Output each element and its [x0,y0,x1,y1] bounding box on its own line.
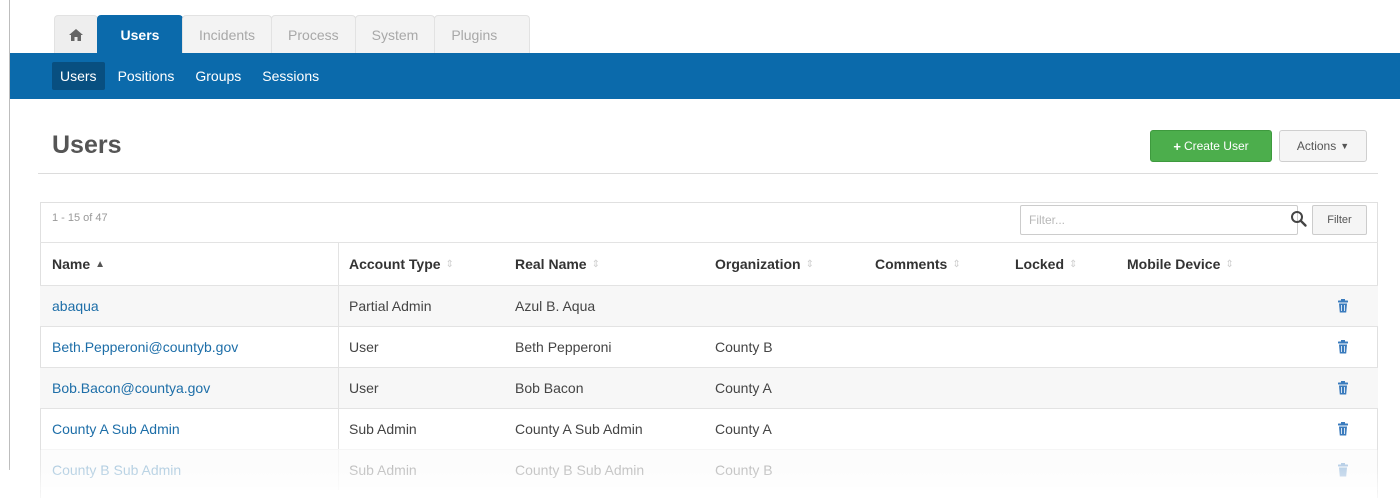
tab-process[interactable]: Process [271,15,356,53]
user-name-link[interactable]: County A Sub Admin [40,421,338,437]
sub-navigation: Users Positions Groups Sessions [10,53,1400,99]
column-header-locked[interactable]: Locked ⇕ [1005,256,1117,272]
column-header-account-type[interactable]: Account Type ⇕ [338,243,505,285]
account-type-cell: Sub Admin [338,450,505,490]
caret-down-icon: ▼ [1340,141,1350,151]
trash-icon[interactable] [1337,463,1349,477]
trash-icon[interactable] [1337,340,1349,354]
tab-plugins[interactable]: Plugins [434,15,531,53]
column-header-label: Mobile Device [1127,256,1221,272]
real-name-cell: Beth Pepperoni [515,339,612,355]
real-name-cell: Azul B. Aqua [515,298,596,314]
create-user-button[interactable]: + Create User [1150,130,1272,162]
header-divider [38,173,1378,174]
column-header-label: Real Name [515,256,587,272]
user-name-link[interactable]: County B Sub Admin [40,462,338,478]
trash-icon[interactable] [1337,381,1349,395]
page-title: Users [52,131,122,159]
organization-cell: County A [715,380,772,396]
filter-input[interactable] [1020,205,1298,235]
user-name-link[interactable]: abaqua [40,298,338,314]
real-name-cell: County A Sub Admin [515,421,643,437]
tab-home[interactable] [54,15,98,53]
account-type-cell: User [338,368,505,408]
trash-icon[interactable] [1337,422,1349,436]
column-header-comments[interactable]: Comments ⇕ [865,256,1005,272]
table-row: County B Sub Admin Sub Admin County B Su… [40,449,1378,490]
actions-label: Actions [1296,139,1337,153]
row-actions-cell [1307,422,1378,436]
table-row: abaqua Partial Admin Azul B. Aqua [40,285,1378,326]
search-icon[interactable] [1290,210,1308,228]
sort-icon: ⇕ [805,258,814,270]
account-type-cell: Partial Admin [338,286,505,326]
sort-icon: ⇕ [1069,258,1078,270]
organization-cell: County A [715,421,772,437]
column-header-label: Organization [715,256,801,272]
result-count: 1 - 15 of 47 [52,212,108,224]
sort-ascending-icon: ▲ [95,258,106,270]
user-name-link[interactable]: Bob.Bacon@countya.gov [40,380,338,396]
subnav-item-positions[interactable]: Positions [110,62,183,90]
table-row: Beth.Pepperoni@countyb.gov User Beth Pep… [40,326,1378,367]
subnav-item-users[interactable]: Users [52,62,105,90]
organization-cell: County B [715,462,773,478]
table-header-row: Name ▲ Account Type ⇕ Real Name ⇕ Organi… [40,242,1378,285]
user-name-link[interactable]: Beth.Pepperoni@countyb.gov [40,339,338,355]
account-type-cell: User [338,327,505,367]
create-user-label: Create User [1183,139,1249,153]
row-actions-cell [1307,340,1378,354]
column-header-name[interactable]: Name ▲ [40,256,338,272]
column-header-label: Comments [875,256,948,272]
table-row: Bob.Bacon@countya.gov User Bob Bacon Cou… [40,367,1378,408]
subnav-item-sessions[interactable]: Sessions [254,62,327,90]
plus-icon: + [1173,138,1181,154]
column-header-label: Name [52,256,91,272]
home-icon [69,28,83,41]
real-name-cell: County B Sub Admin [515,462,645,478]
column-header-label: Account Type [349,256,441,272]
filter-button[interactable]: Filter [1312,205,1367,235]
column-header-organization[interactable]: Organization ⇕ [705,256,865,272]
tab-users[interactable]: Users [97,15,183,53]
row-actions-cell [1307,381,1378,395]
sort-icon: ⇕ [445,258,454,270]
column-header-real-name[interactable]: Real Name ⇕ [505,256,705,272]
column-header-mobile-device[interactable]: Mobile Device ⇕ [1117,256,1307,272]
table-row: County A Sub Admin Sub Admin County A Su… [40,408,1378,449]
actions-dropdown-button[interactable]: Actions ▼ [1279,130,1367,162]
sort-icon: ⇕ [591,258,600,270]
account-type-cell: Sub Admin [338,409,505,449]
row-actions-cell [1307,299,1378,313]
tab-system[interactable]: System [354,15,436,53]
column-header-label: Locked [1015,256,1065,272]
tab-incidents[interactable]: Incidents [182,15,273,53]
organization-cell: County B [715,339,773,355]
real-name-cell: Bob Bacon [515,380,584,396]
users-table: Name ▲ Account Type ⇕ Real Name ⇕ Organi… [40,242,1378,490]
main-tabs: Users Incidents Process System Plugins [54,14,531,53]
subnav-item-groups[interactable]: Groups [187,62,249,90]
sort-icon: ⇕ [952,258,961,270]
sort-icon: ⇕ [1225,258,1234,270]
trash-icon[interactable] [1337,299,1349,313]
row-actions-cell [1307,463,1378,477]
